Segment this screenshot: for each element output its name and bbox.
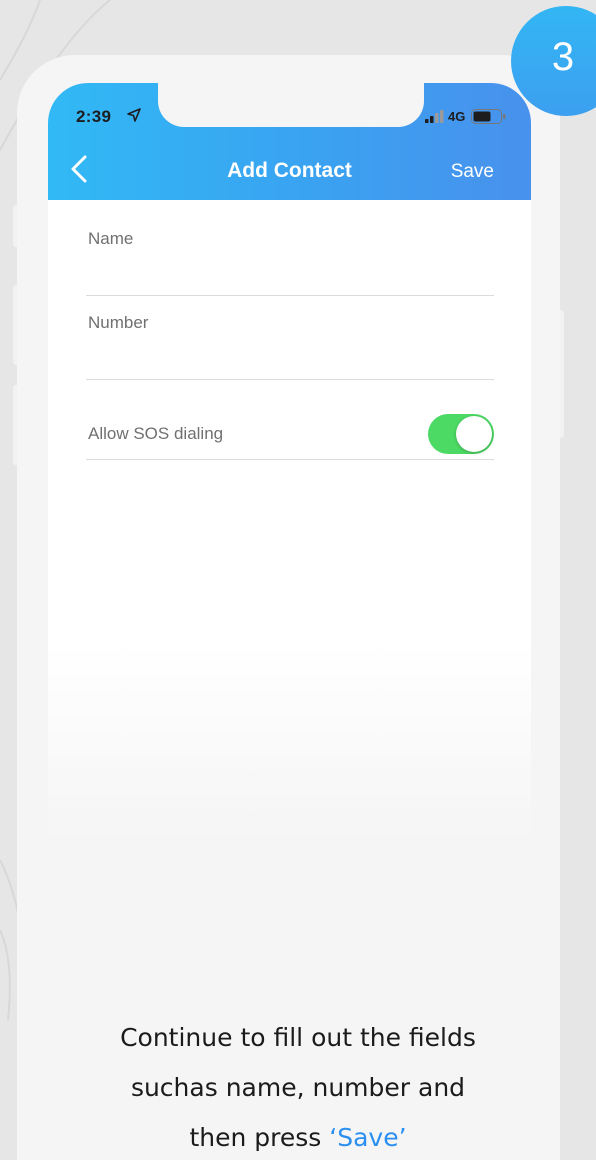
- instruction-save-highlight: ‘Save’: [329, 1123, 407, 1152]
- toggle-knob: [456, 416, 492, 452]
- sos-divider: [86, 459, 494, 460]
- sos-dialing-toggle[interactable]: [428, 414, 494, 454]
- screen-fade: [48, 643, 531, 843]
- instruction-text: Continue to fill out the fields suchas n…: [60, 1013, 536, 1160]
- number-label: Number: [88, 313, 149, 332]
- network-type: 4G: [448, 109, 466, 124]
- instruction-line-3: then press ‘Save’: [60, 1113, 536, 1160]
- save-button[interactable]: Save: [451, 161, 494, 183]
- sos-dialing-label: Allow SOS dialing: [88, 424, 224, 443]
- number-input[interactable]: [86, 341, 494, 373]
- instruction-line-2: suchas name, number and: [130, 1073, 466, 1102]
- instruction-line-1: Continue to fill out the fields: [120, 1023, 476, 1052]
- tutorial-page: 2:39 4G Add Contact Save Name Number All…: [0, 0, 596, 1160]
- phone-screen: 2:39 4G Add Contact Save Name Number All…: [48, 83, 531, 843]
- battery-icon: [471, 109, 506, 124]
- phone-notch: [158, 83, 424, 127]
- name-input[interactable]: [86, 257, 494, 289]
- status-time: 2:39: [76, 107, 112, 126]
- location-arrow-icon: [127, 108, 141, 122]
- step-number: 3: [551, 35, 575, 79]
- name-label: Name: [88, 229, 134, 248]
- name-divider: [86, 295, 494, 296]
- number-divider: [86, 379, 494, 380]
- signal-bars-icon: [425, 110, 444, 123]
- instruction-line-3-text: then press: [189, 1123, 330, 1152]
